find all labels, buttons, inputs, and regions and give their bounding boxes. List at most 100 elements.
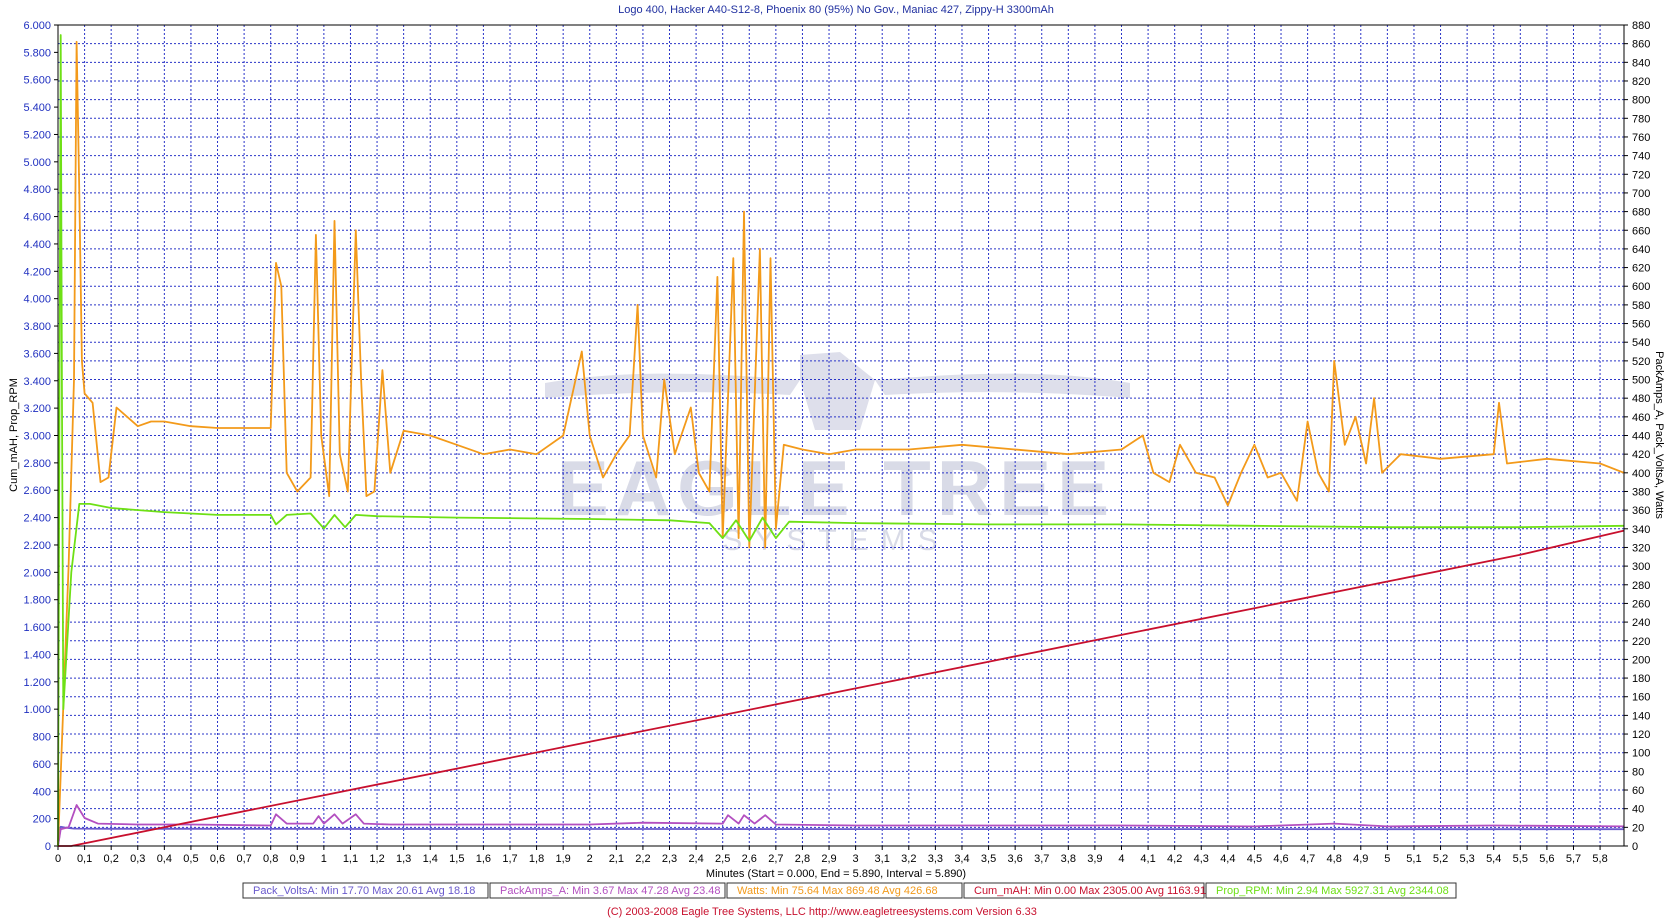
x-tick-label: 4,5 bbox=[1247, 853, 1262, 865]
x-tick-label: 2 bbox=[587, 853, 593, 865]
x-tick-label: 0 bbox=[55, 853, 61, 865]
y-axis-left-label: Cum_mAH, Prop_RPM bbox=[8, 378, 20, 492]
x-tick-label: 0,4 bbox=[157, 853, 172, 865]
y-axis-right-label: PackAmps_A, Pack_VoltsA, Watts bbox=[1653, 351, 1665, 519]
y-left-tick-label: 400 bbox=[33, 786, 51, 798]
y-right-tick-label: 80 bbox=[1632, 766, 1644, 778]
y-left-tick-label: 1.800 bbox=[23, 595, 51, 607]
y-left-tick-label: 5.200 bbox=[23, 129, 51, 141]
legend-item-text: Cum_mAH: Min 0.00 Max 2305.00 Avg 1163.9… bbox=[974, 885, 1206, 897]
x-tick-label: 5,4 bbox=[1486, 853, 1501, 865]
y-left-tick-label: 4.800 bbox=[23, 184, 51, 196]
y-right-tick-label: 0 bbox=[1632, 841, 1638, 853]
x-tick-label: 2,8 bbox=[795, 853, 810, 865]
y-right-tick-label: 140 bbox=[1632, 710, 1650, 722]
x-tick-label: 4,2 bbox=[1167, 853, 1182, 865]
x-tick-label: 4,7 bbox=[1300, 853, 1315, 865]
x-tick-label: 1,8 bbox=[529, 853, 544, 865]
y-left-tick-label: 4.400 bbox=[23, 239, 51, 251]
legend-item-text: Pack_VoltsA: Min 17.70 Max 20.61 Avg 18.… bbox=[253, 885, 475, 897]
x-tick-label: 2,5 bbox=[715, 853, 730, 865]
y-right-tick-label: 540 bbox=[1632, 337, 1650, 349]
x-tick-label: 3,2 bbox=[901, 853, 916, 865]
y-right-tick-label: 440 bbox=[1632, 431, 1650, 443]
y-left-tick-label: 2.400 bbox=[23, 513, 51, 525]
x-tick-label: 4,3 bbox=[1194, 853, 1209, 865]
y-right-tick-label: 500 bbox=[1632, 375, 1650, 387]
x-tick-label: 0,5 bbox=[183, 853, 198, 865]
y-right-tick-label: 300 bbox=[1632, 561, 1650, 573]
y-right-tick-label: 820 bbox=[1632, 76, 1650, 88]
x-tick-label: 4,8 bbox=[1327, 853, 1342, 865]
x-tick-label: 0,9 bbox=[290, 853, 305, 865]
y-right-tick-label: 40 bbox=[1632, 804, 1644, 816]
x-tick-label: 5,6 bbox=[1539, 853, 1554, 865]
y-left-tick-label: 1.000 bbox=[23, 704, 51, 716]
y-right-tick-label: 460 bbox=[1632, 412, 1650, 424]
x-tick-label: 1,9 bbox=[556, 853, 571, 865]
y-right-tick-label: 360 bbox=[1632, 505, 1650, 517]
x-tick-label: 2,3 bbox=[662, 853, 677, 865]
y-right-tick-label: 180 bbox=[1632, 673, 1650, 685]
x-tick-label: 3,5 bbox=[981, 853, 996, 865]
y-left-tick-label: 1.400 bbox=[23, 649, 51, 661]
footer-credits: (C) 2003-2008 Eagle Tree Systems, LLC ht… bbox=[607, 906, 1037, 918]
x-tick-label: 5,1 bbox=[1406, 853, 1421, 865]
x-tick-label: 5,8 bbox=[1592, 853, 1607, 865]
y-left-tick-label: 5.400 bbox=[23, 102, 51, 114]
x-tick-label: 3,8 bbox=[1061, 853, 1076, 865]
y-left-tick-label: 6.000 bbox=[23, 20, 51, 32]
x-tick-label: 2,9 bbox=[821, 853, 836, 865]
y-left-tick-label: 3.200 bbox=[23, 403, 51, 415]
x-tick-label: 4,6 bbox=[1273, 853, 1288, 865]
y-right-tick-label: 60 bbox=[1632, 785, 1644, 797]
y-right-tick-label: 400 bbox=[1632, 468, 1650, 480]
y-right-tick-label: 760 bbox=[1632, 132, 1650, 144]
x-tick-label: 5,5 bbox=[1513, 853, 1528, 865]
y-right-tick-label: 660 bbox=[1632, 225, 1650, 237]
y-left-tick-label: 600 bbox=[33, 759, 51, 771]
x-tick-label: 0,2 bbox=[104, 853, 119, 865]
x-tick-label: 5,3 bbox=[1459, 853, 1474, 865]
watermark-text: EAGLE TREE bbox=[557, 444, 1115, 532]
chart-title: Logo 400, Hacker A40-S12-8, Phoenix 80 (… bbox=[618, 4, 1054, 16]
y-right-tick-label: 840 bbox=[1632, 57, 1650, 69]
x-tick-label: 4,4 bbox=[1220, 853, 1235, 865]
x-tick-label: 3,9 bbox=[1087, 853, 1102, 865]
y-right-tick-label: 420 bbox=[1632, 449, 1650, 461]
y-left-tick-label: 2.000 bbox=[23, 567, 51, 579]
x-tick-label: 5,2 bbox=[1433, 853, 1448, 865]
y-left-tick-label: 4.200 bbox=[23, 266, 51, 278]
y-left-tick-label: 5.000 bbox=[23, 157, 51, 169]
y-left-tick-label: 200 bbox=[33, 814, 51, 826]
x-tick-label: 0,6 bbox=[210, 853, 225, 865]
x-tick-label: 1,5 bbox=[449, 853, 464, 865]
y-left-tick-label: 4.000 bbox=[23, 294, 51, 306]
y-left-tick-label: 5.600 bbox=[23, 75, 51, 87]
y-left-tick-label: 1.600 bbox=[23, 622, 51, 634]
y-left-tick-label: 3.400 bbox=[23, 376, 51, 388]
y-right-tick-label: 880 bbox=[1632, 20, 1650, 32]
legend-item-text: PackAmps_A: Min 3.67 Max 47.28 Avg 23.48 bbox=[500, 885, 721, 897]
x-tick-label: 0,1 bbox=[77, 853, 92, 865]
y-right-tick-label: 640 bbox=[1632, 244, 1650, 256]
y-right-tick-label: 620 bbox=[1632, 263, 1650, 275]
y-right-tick-label: 780 bbox=[1632, 113, 1650, 125]
y-right-tick-label: 680 bbox=[1632, 207, 1650, 219]
x-tick-label: 5 bbox=[1384, 853, 1390, 865]
y-left-tick-label: 4.600 bbox=[23, 212, 51, 224]
y-right-tick-label: 480 bbox=[1632, 393, 1650, 405]
legend: Pack_VoltsA: Min 17.70 Max 20.61 Avg 18.… bbox=[242, 882, 1457, 899]
x-tick-label: 2,6 bbox=[742, 853, 757, 865]
x-tick-label: 4 bbox=[1118, 853, 1124, 865]
y-right-tick-label: 120 bbox=[1632, 729, 1650, 741]
x-tick-label: 1,4 bbox=[423, 853, 438, 865]
x-tick-label: 1,3 bbox=[396, 853, 411, 865]
x-tick-label: 1,6 bbox=[476, 853, 491, 865]
y-left-tick-label: 2.600 bbox=[23, 485, 51, 497]
y-right-tick-label: 280 bbox=[1632, 580, 1650, 592]
y-right-tick-label: 800 bbox=[1632, 95, 1650, 107]
y-right-tick-label: 520 bbox=[1632, 356, 1650, 368]
legend-item-text: Watts: Min 75.64 Max 869.48 Avg 426.68 bbox=[737, 885, 938, 897]
y-right-tick-label: 320 bbox=[1632, 542, 1650, 554]
